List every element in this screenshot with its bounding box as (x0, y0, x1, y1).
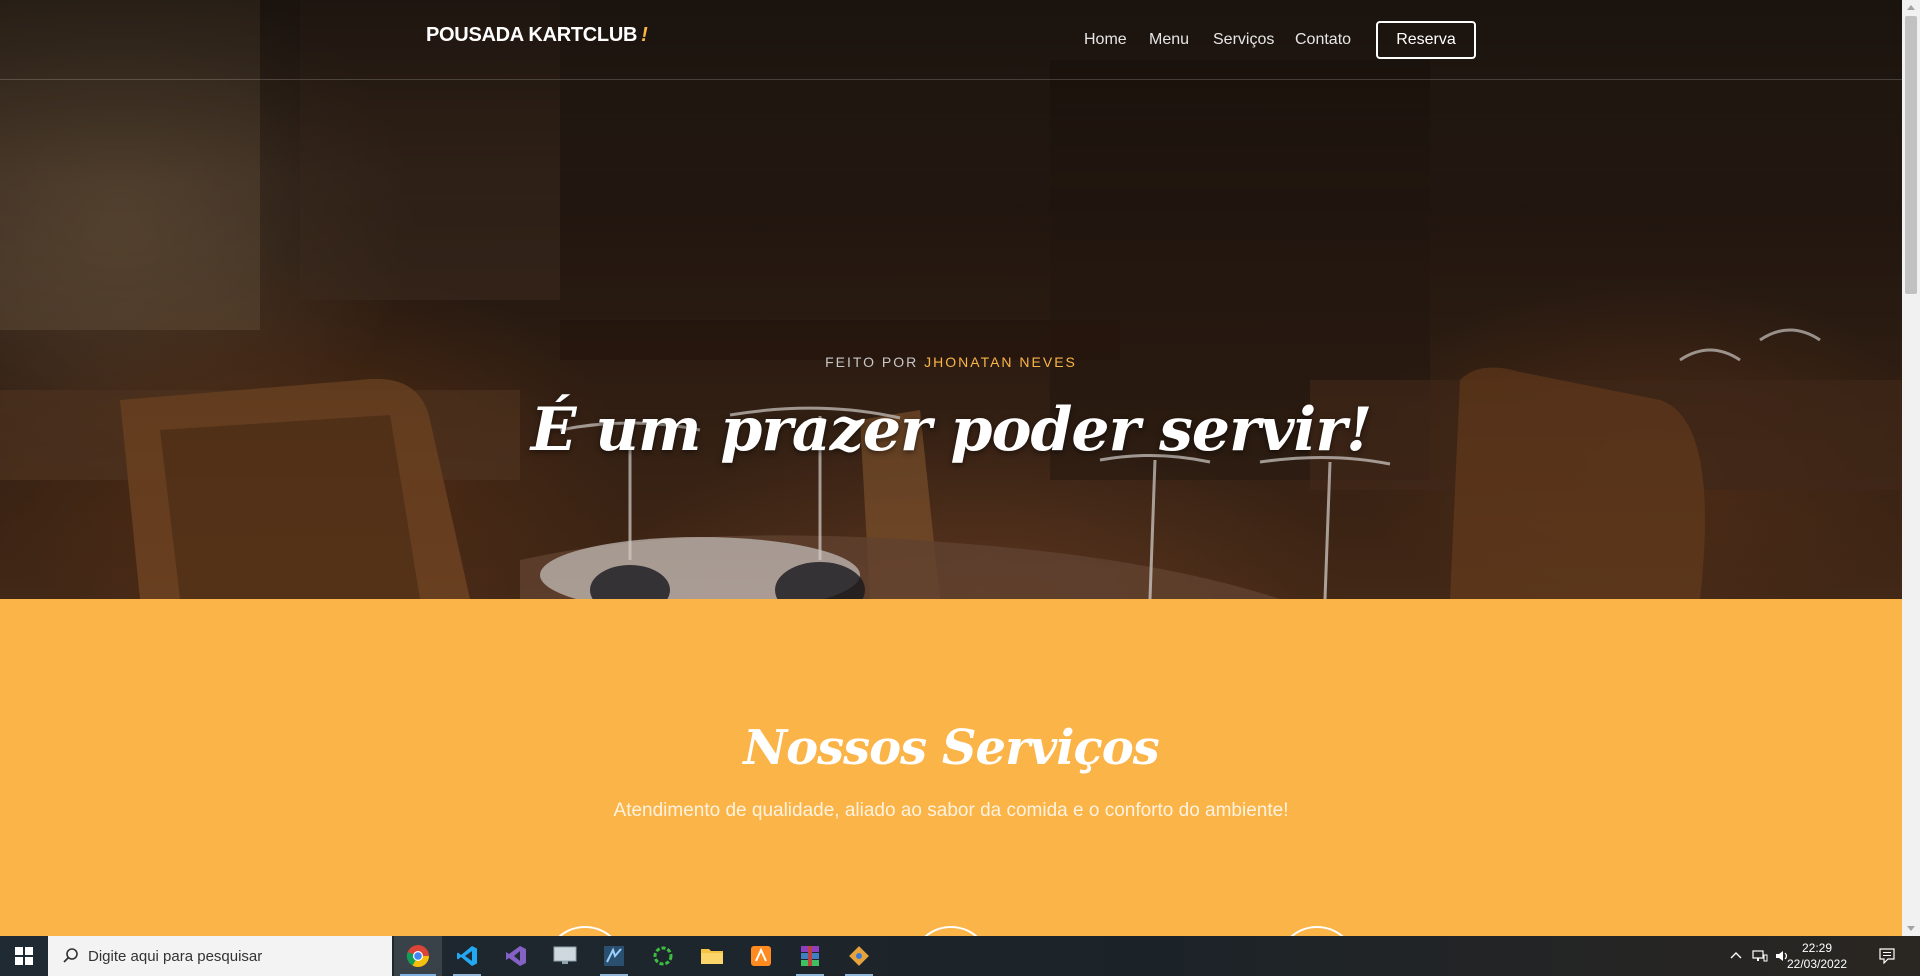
refresh-app-icon[interactable] (639, 936, 687, 976)
nav-link-home[interactable]: Home (1084, 31, 1127, 49)
git-logo (849, 946, 869, 966)
network-icon[interactable] (1752, 949, 1768, 963)
hero-section: POUSADA KARTCLUB! Home Menu Serviços Con… (0, 0, 1902, 599)
vscode-logo (457, 946, 477, 966)
archive-logo (801, 946, 819, 966)
search-icon (63, 948, 78, 963)
system-clock[interactable]: 22:29 22/03/2022 (1780, 940, 1854, 972)
monitor-logo (553, 946, 577, 964)
hero-overlay (0, 0, 1902, 599)
nav-link-servicos[interactable]: Serviços (1213, 31, 1274, 49)
sublime-text-icon[interactable] (737, 936, 785, 976)
nav-link-menu[interactable]: Menu (1149, 31, 1189, 49)
vscode-icon[interactable] (443, 936, 491, 976)
windows-logo-icon (15, 947, 33, 965)
taskbar-search-box[interactable]: Digite aqui para pesquisar (48, 936, 392, 976)
chevron-up-icon[interactable] (1729, 949, 1743, 963)
folder-logo (701, 949, 723, 964)
visual-studio-logo (506, 946, 526, 966)
file-explorer-icon[interactable] (688, 936, 736, 976)
kicker-prefix: FEITO POR (825, 354, 919, 370)
kicker-author: JHONATAN NEVES (924, 354, 1077, 370)
chrome-icon[interactable] (394, 936, 442, 976)
chrome-logo (406, 945, 429, 967)
scroll-down-arrow-icon[interactable] (1907, 926, 1915, 931)
brand-mark: ! (641, 24, 648, 46)
scrollbar-thumb[interactable] (1905, 16, 1917, 294)
top-navbar: POUSADA KARTCLUB! Home Menu Serviços Con… (0, 0, 1902, 80)
services-title: Nossos Serviços (743, 720, 1160, 776)
scroll-up-arrow-icon[interactable] (1907, 5, 1915, 10)
database-tool-logo (604, 946, 624, 966)
brand-name: POUSADA KARTCLUB (426, 24, 638, 46)
brand-logo[interactable]: POUSADA KARTCLUB! (426, 24, 648, 47)
services-subtitle: Atendimento de qualidade, aliado ao sabo… (613, 800, 1289, 821)
git-icon[interactable] (835, 936, 883, 976)
hero-title: É um prazer poder servir! (530, 395, 1373, 465)
remote-desktop-icon[interactable] (541, 936, 589, 976)
clock-date: 22/03/2022 (1786, 957, 1848, 971)
browser-viewport: POUSADA KARTCLUB! Home Menu Serviços Con… (0, 0, 1902, 936)
service-icon-circle (545, 926, 625, 936)
search-placeholder: Digite aqui para pesquisar (88, 947, 263, 965)
sublime-logo (751, 946, 771, 966)
windows-taskbar: Digite aqui para pesquisar 22:29 22/03/2… (0, 936, 1920, 976)
nav-link-contato[interactable]: Contato (1295, 31, 1351, 49)
clock-time: 22:29 (1801, 941, 1833, 955)
service-icon-circle (911, 926, 991, 936)
page-scrollbar[interactable] (1902, 0, 1920, 936)
visual-studio-icon[interactable] (492, 936, 540, 976)
start-button[interactable] (0, 936, 48, 976)
winrar-icon[interactable] (786, 936, 834, 976)
notification-center-icon[interactable] (1879, 948, 1895, 964)
ring-logo (653, 946, 673, 966)
service-icon-circle (1277, 926, 1357, 936)
sql-server-icon[interactable] (590, 936, 638, 976)
reserva-button[interactable]: Reserva (1376, 21, 1476, 59)
hero-kicker: FEITO POR JHONATAN NEVES (0, 354, 1902, 370)
